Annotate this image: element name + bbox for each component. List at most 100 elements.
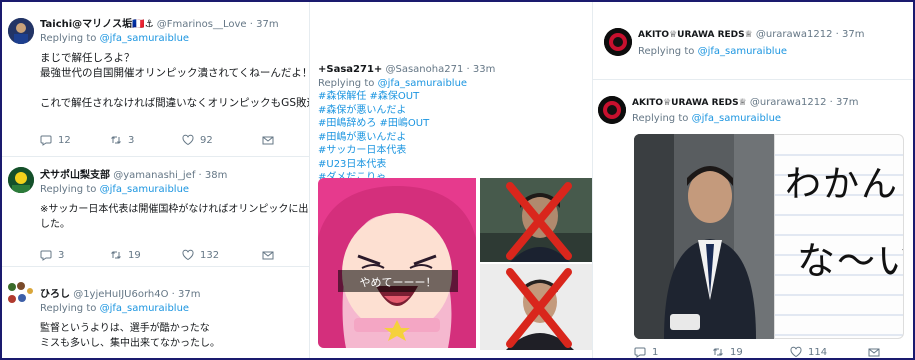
- reply-button[interactable]: 12: [40, 134, 110, 146]
- tweet-actions: 3 19 132: [40, 249, 274, 261]
- dm-button[interactable]: [262, 249, 274, 261]
- timestamp[interactable]: · 38m: [199, 170, 228, 181]
- tweet-text: ※サッカー日本代表は開催国枠がなければオリンピックに出られませんで した。: [40, 202, 309, 232]
- tweet-actions: 12 3 92: [40, 134, 274, 146]
- reply-count: 3: [58, 249, 65, 261]
- dm-button[interactable]: [868, 346, 880, 358]
- like-button[interactable]: 92: [182, 134, 262, 146]
- hashtag-line[interactable]: #田嶋が悪いんだよ: [318, 131, 429, 145]
- crossed-photo-top[interactable]: [480, 178, 598, 262]
- avatar[interactable]: [8, 167, 34, 193]
- display-name[interactable]: 犬サポ山梨支部: [40, 170, 110, 181]
- like-count: 114: [808, 346, 828, 358]
- reply-icon: [40, 250, 52, 261]
- tweet-hiroshi[interactable]: ひろし @1yjeHuIJU6orh4O · 37m Replying to @…: [2, 267, 309, 358]
- reply-button[interactable]: 3: [40, 249, 110, 261]
- hashtag-list: #森保解任 #森保OUT #森保が悪いんだよ #田嶋辞めろ #田嶋OUT #田嶋…: [318, 90, 429, 185]
- reply-icon: [634, 347, 646, 358]
- mention-link[interactable]: @jfa_samuraiblue: [378, 78, 467, 89]
- hashtag-line[interactable]: #サッカー日本代表: [318, 144, 429, 158]
- hashtag-line[interactable]: #U23日本代表: [318, 158, 429, 172]
- tweet-header: Taichi@マリノス垢🇫🇷⚓ @Fmarinos__Love · 37m: [40, 15, 279, 30]
- handle[interactable]: @Sasanoha271: [385, 64, 463, 75]
- retweet-count: 3: [128, 134, 135, 146]
- like-button[interactable]: 132: [182, 249, 262, 261]
- display-name[interactable]: +Sasa271+: [318, 64, 382, 75]
- right-reply-column: AKITO♕URAWA REDS♕ @urarawa1212 · 37m Rep…: [592, 2, 913, 358]
- avatar[interactable]: [598, 96, 626, 124]
- retweet-button[interactable]: 19: [110, 249, 182, 261]
- display-name[interactable]: ひろし: [40, 289, 70, 300]
- anime-image[interactable]: やめてーーー！: [318, 178, 476, 348]
- avatar[interactable]: [604, 28, 632, 56]
- replying-to: Replying to @jfa_samuraiblue: [632, 113, 781, 124]
- display-name[interactable]: Taichi@マリノス垢🇫🇷⚓: [40, 19, 154, 30]
- timestamp[interactable]: · 37m: [172, 289, 201, 300]
- envelope-icon: [868, 348, 880, 357]
- timestamp[interactable]: · 33m: [467, 64, 496, 75]
- tweet-line: 監督というよりは、選手が酷かったな: [40, 323, 210, 334]
- tweet-line: 最強世代の自国開催オリンピック潰されてくねーんだよ！: [40, 67, 309, 79]
- reply-count: 12: [58, 134, 71, 146]
- timestamp[interactable]: · 37m: [836, 29, 865, 40]
- image-caption: やめてーーー！: [360, 276, 437, 289]
- tweet-header: AKITO♕URAWA REDS♕ @urarawa1212 · 37m: [632, 97, 858, 108]
- tweet-akito-2[interactable]: AKITO♕URAWA REDS♕ @urarawa1212 · 37m Rep…: [592, 80, 913, 358]
- hashtag-line[interactable]: #森保が悪いんだよ: [318, 104, 429, 118]
- handle[interactable]: @Fmarinos__Love: [157, 19, 247, 30]
- replying-to: Replying to @jfa_samuraiblue: [40, 303, 189, 314]
- envelope-icon: [262, 251, 274, 260]
- replying-to: Replying to @jfa_samuraiblue: [638, 46, 787, 57]
- mention-link[interactable]: @jfa_samuraiblue: [100, 184, 189, 195]
- timestamp[interactable]: · 37m: [250, 19, 279, 30]
- reply-icon: [40, 135, 52, 146]
- reply-button[interactable]: 1: [634, 346, 712, 358]
- replying-to: Replying to @jfa_samuraiblue: [40, 33, 189, 44]
- retweet-count: 19: [128, 249, 141, 261]
- mention-link[interactable]: @jfa_samuraiblue: [692, 113, 781, 124]
- retweet-icon: [111, 136, 121, 144]
- retweet-button[interactable]: 19: [712, 346, 790, 358]
- replying-to-label: Replying to: [318, 78, 375, 89]
- middle-reply-column: +Sasa271+ @Sasanoha271 · 33m Replying to…: [309, 2, 604, 358]
- tweet-text: まじで解任しろよ？ 最強世代の自国開催オリンピック潰されてくねーんだよ！ これで…: [40, 51, 309, 111]
- retweet-button[interactable]: 3: [110, 134, 182, 146]
- handwriting-note[interactable]: わかん な～い: [774, 134, 904, 339]
- mention-link[interactable]: @jfa_samuraiblue: [100, 303, 189, 314]
- crossed-photo-bottom[interactable]: [480, 264, 598, 350]
- mention-link[interactable]: @jfa_samuraiblue: [698, 46, 787, 57]
- tweet-text: 監督というよりは、選手が酷かったな ミスも多いし、集中出来てなかったし。: [40, 321, 220, 351]
- tweet-taichi[interactable]: Taichi@マリノス垢🇫🇷⚓ @Fmarinos__Love · 37m Re…: [2, 2, 309, 157]
- tweet-header: 犬サポ山梨支部 @yamanashi_jef · 38m: [40, 166, 227, 181]
- avatar[interactable]: [8, 18, 34, 44]
- hashtag-line[interactable]: #田嶋辞めろ #田嶋OUT: [318, 117, 429, 131]
- like-count: 92: [200, 134, 213, 146]
- reply-count: 1: [652, 346, 659, 358]
- tweet-inu-sapo[interactable]: 犬サポ山梨支部 @yamanashi_jef · 38m Replying to…: [2, 157, 309, 267]
- timestamp[interactable]: · 37m: [830, 97, 859, 108]
- mention-link[interactable]: @jfa_samuraiblue: [100, 33, 189, 44]
- screenshot-frame: Taichi@マリノス垢🇫🇷⚓ @Fmarinos__Love · 37m Re…: [0, 0, 915, 360]
- handle[interactable]: @urarawa1212: [750, 97, 827, 108]
- heart-icon: [790, 346, 802, 358]
- tweet-line: [40, 81, 309, 96]
- left-reply-column: Taichi@マリノス垢🇫🇷⚓ @Fmarinos__Love · 37m Re…: [2, 2, 309, 358]
- hashtag-line[interactable]: #森保解任 #森保OUT: [318, 90, 429, 104]
- handwriting-line: な～い: [797, 239, 903, 283]
- replying-to: Replying to @jfa_samuraiblue: [318, 78, 467, 89]
- replying-to-label: Replying to: [40, 33, 97, 44]
- dm-button[interactable]: [262, 134, 274, 146]
- handle[interactable]: @1yjeHuIJU6orh4O: [73, 289, 168, 300]
- like-button[interactable]: 114: [790, 346, 868, 358]
- display-name[interactable]: AKITO♕URAWA REDS♕: [638, 30, 753, 40]
- tweet-akito-1[interactable]: AKITO♕URAWA REDS♕ @urarawa1212 · 37m Rep…: [592, 2, 913, 80]
- avatar[interactable]: [6, 281, 34, 309]
- heart-icon: [182, 134, 194, 146]
- display-name[interactable]: AKITO♕URAWA REDS♕: [632, 98, 747, 108]
- handle[interactable]: @urarawa1212: [756, 29, 833, 40]
- coach-photo[interactable]: [634, 134, 774, 339]
- tweet-line: ミスも多いし、集中出来てなかったし。: [40, 338, 220, 349]
- tweet-header: AKITO♕URAWA REDS♕ @urarawa1212 · 37m: [638, 29, 864, 40]
- handwriting-line: わかん: [785, 164, 900, 205]
- handle[interactable]: @yamanashi_jef: [113, 170, 195, 181]
